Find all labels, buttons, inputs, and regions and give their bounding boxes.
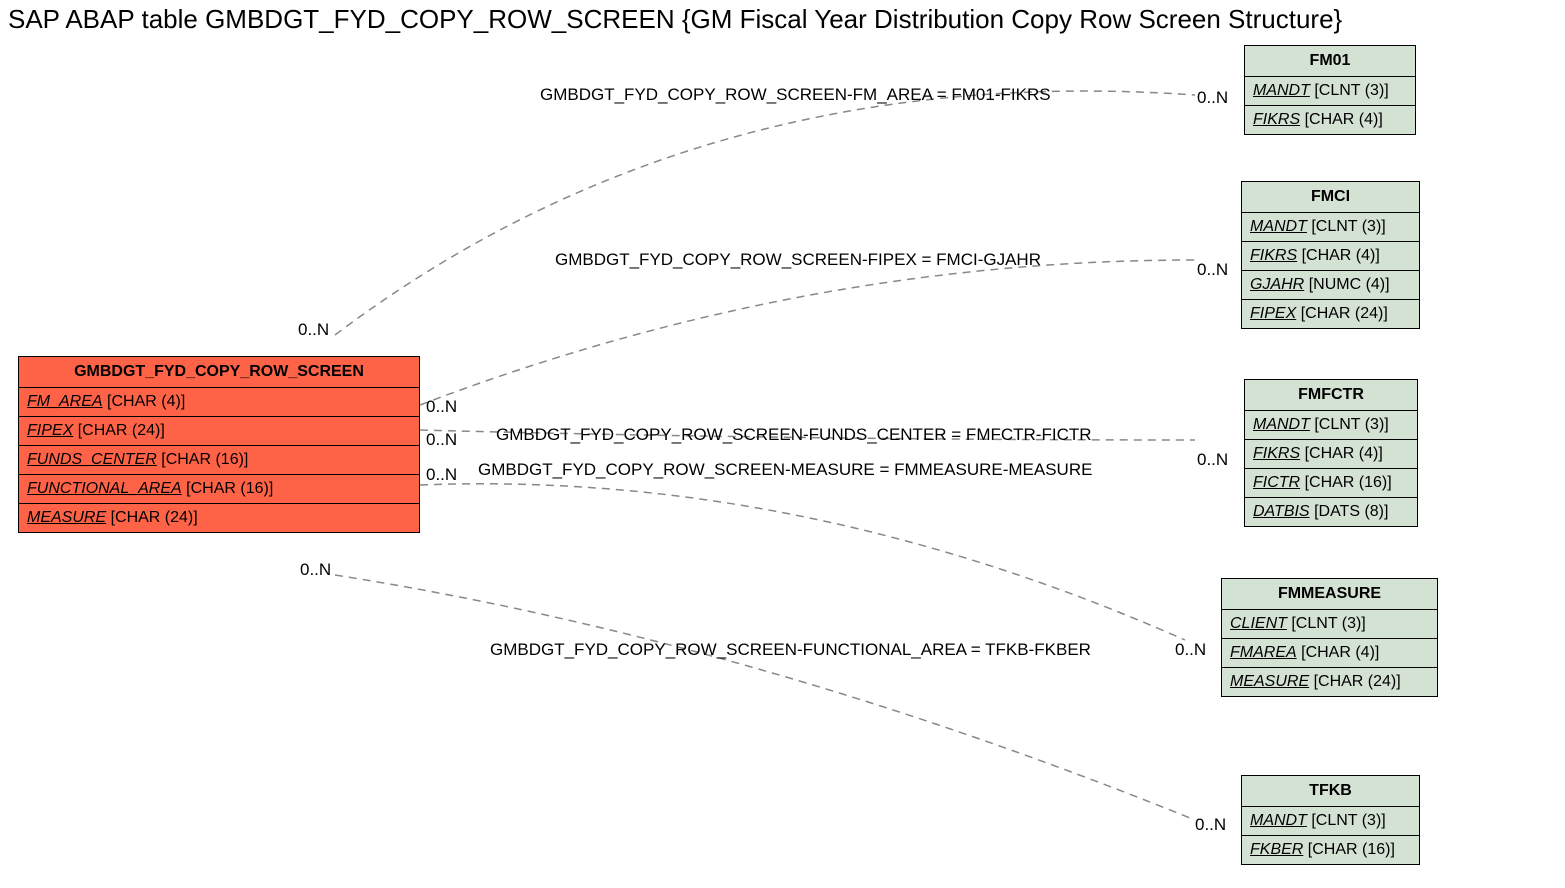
card-label: 0..N: [1197, 260, 1228, 280]
field-name: MANDT: [1253, 416, 1310, 433]
entity-fmmeasure: FMMEASURE CLIENT [CLNT (3)] FMAREA [CHAR…: [1221, 578, 1438, 697]
entity-header: FMFCTR: [1245, 380, 1417, 411]
field-type: [CLNT (3)]: [1311, 812, 1385, 829]
card-label: 0..N: [300, 560, 331, 580]
rel-label: GMBDGT_FYD_COPY_ROW_SCREEN-FM_AREA = FM0…: [540, 85, 1051, 105]
entity-tfkb: TFKB MANDT [CLNT (3)] FKBER [CHAR (16)]: [1241, 775, 1420, 865]
field-name: FIPEX: [27, 422, 73, 439]
entity-row: MEASURE [CHAR (24)]: [1222, 668, 1437, 696]
entity-row: FIKRS [CHAR (4)]: [1245, 106, 1415, 134]
field-type: [NUMC (4)]: [1309, 276, 1390, 293]
field-type: [CHAR (24)]: [1301, 305, 1388, 322]
field-type: [CHAR (4)]: [1302, 247, 1380, 264]
entity-row: FIKRS [CHAR (4)]: [1245, 440, 1417, 469]
entity-fmfctr: FMFCTR MANDT [CLNT (3)] FIKRS [CHAR (4)]…: [1244, 379, 1418, 527]
card-label: 0..N: [426, 465, 457, 485]
field-type: [CHAR (16)]: [161, 451, 248, 468]
field-type: [CLNT (3)]: [1311, 218, 1385, 235]
field-type: [CLNT (3)]: [1291, 615, 1365, 632]
rel-label: GMBDGT_FYD_COPY_ROW_SCREEN-FUNDS_CENTER …: [496, 425, 1092, 445]
field-name: FMAREA: [1230, 644, 1297, 661]
entity-row: MANDT [CLNT (3)]: [1242, 807, 1419, 836]
card-label: 0..N: [1197, 450, 1228, 470]
field-type: [CHAR (4)]: [107, 393, 185, 410]
field-name: FIKRS: [1253, 445, 1300, 462]
entity-main-row: FUNDS_CENTER [CHAR (16)]: [19, 446, 419, 475]
entity-row: FKBER [CHAR (16)]: [1242, 836, 1419, 864]
field-name: FUNCTIONAL_AREA: [27, 480, 182, 497]
field-name: FM_AREA: [27, 393, 103, 410]
entity-row: CLIENT [CLNT (3)]: [1222, 610, 1437, 639]
field-type: [CLNT (3)]: [1314, 82, 1388, 99]
field-type: [CHAR (4)]: [1305, 445, 1383, 462]
entity-row: MANDT [CLNT (3)]: [1245, 77, 1415, 106]
card-label: 0..N: [1195, 815, 1226, 835]
field-type: [CHAR (16)]: [1308, 841, 1395, 858]
entity-header: FM01: [1245, 46, 1415, 77]
entity-main: GMBDGT_FYD_COPY_ROW_SCREEN FM_AREA [CHAR…: [18, 356, 420, 533]
entity-header: FMMEASURE: [1222, 579, 1437, 610]
entity-row: FMAREA [CHAR (4)]: [1222, 639, 1437, 668]
field-type: [CHAR (16)]: [186, 480, 273, 497]
entity-header: TFKB: [1242, 776, 1419, 807]
field-name: MEASURE: [27, 509, 106, 526]
field-type: [CHAR (24)]: [111, 509, 198, 526]
entity-fm01: FM01 MANDT [CLNT (3)] FIKRS [CHAR (4)]: [1244, 45, 1416, 135]
card-label: 0..N: [298, 320, 329, 340]
rel-label: GMBDGT_FYD_COPY_ROW_SCREEN-MEASURE = FMM…: [478, 460, 1092, 480]
entity-row: FIKRS [CHAR (4)]: [1242, 242, 1419, 271]
entity-main-row: FIPEX [CHAR (24)]: [19, 417, 419, 446]
field-name: MANDT: [1250, 218, 1307, 235]
field-name: FICTR: [1253, 474, 1300, 491]
entity-row: FIPEX [CHAR (24)]: [1242, 300, 1419, 328]
entity-main-header: GMBDGT_FYD_COPY_ROW_SCREEN: [19, 357, 419, 388]
field-name: FUNDS_CENTER: [27, 451, 157, 468]
entity-main-row: FUNCTIONAL_AREA [CHAR (16)]: [19, 475, 419, 504]
entity-header: FMCI: [1242, 182, 1419, 213]
field-name: MEASURE: [1230, 673, 1309, 690]
entity-row: FICTR [CHAR (16)]: [1245, 469, 1417, 498]
entity-main-row: MEASURE [CHAR (24)]: [19, 504, 419, 532]
field-name: FIKRS: [1250, 247, 1297, 264]
field-name: FKBER: [1250, 841, 1303, 858]
field-name: MANDT: [1253, 82, 1310, 99]
entity-row: DATBIS [DATS (8)]: [1245, 498, 1417, 526]
entity-fmci: FMCI MANDT [CLNT (3)] FIKRS [CHAR (4)] G…: [1241, 181, 1420, 329]
field-type: [CHAR (16)]: [1305, 474, 1392, 491]
field-type: [DATS (8)]: [1314, 503, 1388, 520]
entity-row: MANDT [CLNT (3)]: [1242, 213, 1419, 242]
field-name: FIPEX: [1250, 305, 1296, 322]
field-type: [CHAR (24)]: [1314, 673, 1401, 690]
card-label: 0..N: [1197, 88, 1228, 108]
field-type: [CHAR (4)]: [1301, 644, 1379, 661]
rel-label: GMBDGT_FYD_COPY_ROW_SCREEN-FIPEX = FMCI-…: [555, 250, 1041, 270]
field-type: [CHAR (4)]: [1305, 111, 1383, 128]
field-name: FIKRS: [1253, 111, 1300, 128]
entity-row: GJAHR [NUMC (4)]: [1242, 271, 1419, 300]
field-name: GJAHR: [1250, 276, 1304, 293]
field-type: [CHAR (24)]: [78, 422, 165, 439]
entity-row: MANDT [CLNT (3)]: [1245, 411, 1417, 440]
card-label: 0..N: [1175, 640, 1206, 660]
page-title: SAP ABAP table GMBDGT_FYD_COPY_ROW_SCREE…: [8, 4, 1342, 35]
card-label: 0..N: [426, 397, 457, 417]
field-name: CLIENT: [1230, 615, 1287, 632]
entity-main-row: FM_AREA [CHAR (4)]: [19, 388, 419, 417]
field-name: MANDT: [1250, 812, 1307, 829]
field-name: DATBIS: [1253, 503, 1310, 520]
card-label: 0..N: [426, 430, 457, 450]
rel-label: GMBDGT_FYD_COPY_ROW_SCREEN-FUNCTIONAL_AR…: [490, 640, 1091, 660]
field-type: [CLNT (3)]: [1314, 416, 1388, 433]
